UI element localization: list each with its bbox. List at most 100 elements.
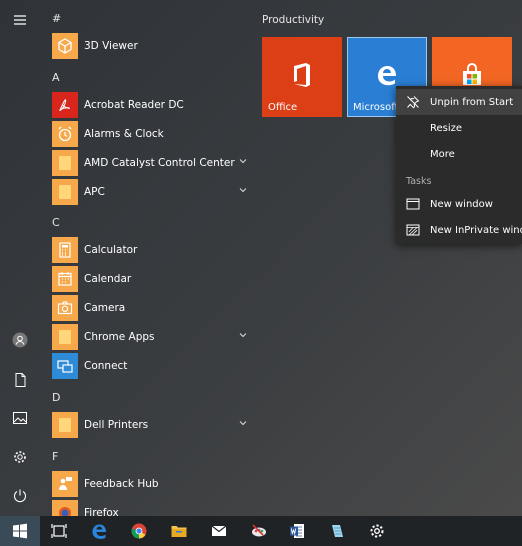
paint-icon [252, 524, 266, 537]
app-label: AMD Catalyst Control Center [84, 157, 235, 169]
list-item-calculator[interactable]: Calculator [52, 236, 248, 264]
taskbar-settings-button[interactable] [358, 516, 396, 546]
folder-icon [52, 412, 78, 438]
app-label: 3D Viewer [84, 40, 138, 52]
chevron-down-icon[interactable] [238, 156, 248, 166]
list-item-feedback-hub[interactable]: Feedback Hub [52, 470, 248, 498]
settings-gear-icon [370, 524, 384, 538]
hamburger-icon [14, 15, 26, 25]
word-icon [290, 524, 304, 538]
user-avatar-icon [12, 332, 28, 348]
alarm-clock-icon [52, 121, 78, 147]
letter-header[interactable]: C [52, 216, 60, 229]
hamburger-menu-button[interactable] [0, 2, 40, 38]
app-label: Calendar [84, 273, 132, 285]
firefox-icon [52, 500, 78, 516]
tasks-heading: Tasks [406, 176, 432, 187]
tile-context-menu: Unpin from Start Resize More Tasks New w… [396, 86, 522, 244]
start-rail [0, 0, 40, 516]
chevron-down-icon[interactable] [238, 418, 248, 428]
user-account-button[interactable] [0, 322, 40, 358]
acrobat-icon [52, 92, 78, 118]
power-button[interactable] [0, 478, 40, 514]
chevron-down-icon[interactable] [238, 185, 248, 195]
letter-header[interactable]: A [52, 71, 60, 84]
list-item-apc[interactable]: APC [52, 178, 248, 206]
task-view-button[interactable] [40, 516, 78, 546]
tile-label: Office [268, 102, 298, 113]
pictures-icon [13, 412, 27, 424]
store-icon [463, 63, 481, 85]
list-item-amd-catalyst[interactable]: AMD Catalyst Control Center [52, 149, 248, 177]
camera-icon [52, 295, 78, 321]
letter-header[interactable]: D [52, 391, 60, 404]
taskbar-chrome-button[interactable] [120, 516, 158, 546]
edge-icon [378, 66, 396, 86]
app-label: Acrobat Reader DC [84, 99, 184, 111]
app-label: Dell Printers [84, 419, 149, 431]
chrome-icon [131, 523, 147, 539]
list-item-camera[interactable]: Camera [52, 294, 248, 322]
feedback-icon [52, 471, 78, 497]
document-icon [15, 373, 26, 387]
letter-header[interactable]: F [52, 450, 58, 463]
tile-office[interactable]: Office [262, 37, 342, 117]
app-list: # 3D Viewer A Acrobat Reader DC Alarms &… [40, 0, 250, 516]
app-label: Calculator [84, 244, 138, 256]
taskbar-edge-button[interactable] [80, 516, 118, 546]
folder-icon [52, 150, 78, 176]
inprivate-window-icon [406, 224, 420, 236]
app-label: Alarms & Clock [84, 128, 164, 140]
connect-icon [52, 353, 78, 379]
start-menu: # 3D Viewer A Acrobat Reader DC Alarms &… [0, 0, 522, 516]
folder-icon [52, 179, 78, 205]
chevron-down-icon[interactable] [238, 330, 248, 340]
menu-item-new-inprivate-window[interactable]: New InPrivate window [396, 217, 522, 243]
app-label: Camera [84, 302, 126, 314]
settings-gear-icon [14, 451, 26, 463]
calculator-icon [52, 237, 78, 263]
taskbar-word-button[interactable] [278, 516, 316, 546]
app-label: APC [84, 186, 105, 198]
pictures-button[interactable] [0, 400, 40, 436]
list-item-connect[interactable]: Connect [52, 352, 248, 380]
windows-start-icon [13, 523, 27, 539]
taskbar [0, 516, 522, 546]
letter-header[interactable]: # [52, 12, 61, 25]
app-label: Chrome Apps [84, 331, 155, 343]
menu-item-label: New InPrivate window [430, 224, 522, 236]
app-label: Connect [84, 360, 128, 372]
menu-item-label: More [430, 148, 455, 160]
taskbar-notepad-button[interactable] [318, 516, 356, 546]
menu-item-resize[interactable]: Resize [396, 115, 522, 141]
list-item-alarms-clock[interactable]: Alarms & Clock [52, 120, 248, 148]
list-item-3d-viewer[interactable]: 3D Viewer [52, 32, 248, 60]
menu-item-unpin-from-start[interactable]: Unpin from Start [396, 89, 522, 115]
power-icon [13, 489, 27, 503]
list-item-calendar[interactable]: Calendar [52, 265, 248, 293]
folder-icon [52, 324, 78, 350]
list-item-chrome-apps[interactable]: Chrome Apps [52, 323, 248, 351]
task-view-icon [51, 524, 67, 538]
documents-button[interactable] [0, 362, 40, 398]
new-window-icon [406, 198, 420, 210]
taskbar-file-explorer-button[interactable] [160, 516, 198, 546]
start-button[interactable] [0, 516, 40, 546]
list-item-firefox[interactable]: Firefox [52, 499, 248, 516]
unpin-icon [407, 96, 420, 109]
mail-icon [211, 525, 227, 536]
menu-item-label: Unpin from Start [430, 96, 514, 108]
list-item-acrobat[interactable]: Acrobat Reader DC [52, 91, 248, 119]
taskbar-mail-button[interactable] [200, 516, 238, 546]
menu-item-label: Resize [430, 122, 463, 134]
tile-group-title[interactable]: Productivity [262, 14, 324, 26]
taskbar-paint-button[interactable] [240, 516, 278, 546]
calendar-icon [52, 266, 78, 292]
file-explorer-icon [171, 526, 187, 537]
menu-item-more[interactable]: More [396, 141, 522, 167]
cube-icon [52, 33, 78, 59]
list-item-dell-printers[interactable]: Dell Printers [52, 411, 248, 439]
menu-item-label: New window [430, 198, 493, 210]
menu-item-new-window[interactable]: New window [396, 191, 522, 217]
settings-button[interactable] [0, 439, 40, 475]
